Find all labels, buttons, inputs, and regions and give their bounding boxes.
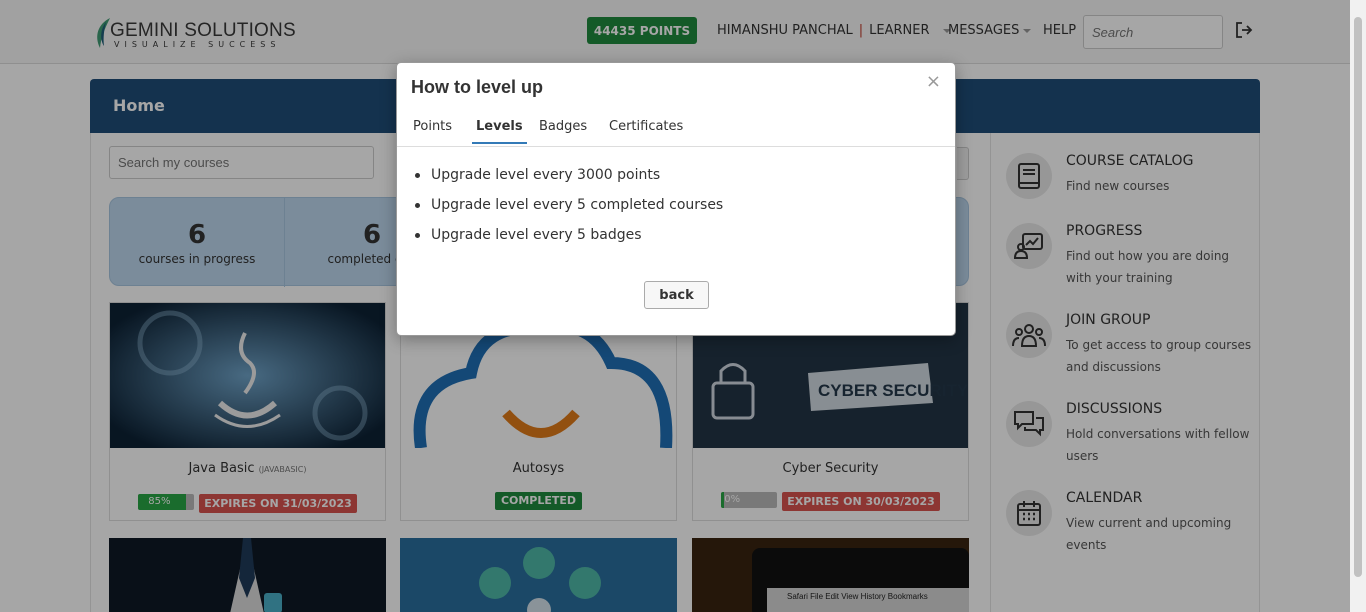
list-item: Upgrade level every 3000 points bbox=[413, 167, 723, 197]
list-item: Upgrade level every 5 badges bbox=[413, 227, 723, 257]
level-up-modal: How to level up × Points Levels Badges C… bbox=[396, 62, 956, 336]
page-scrollbar[interactable] bbox=[1350, 0, 1366, 612]
close-icon[interactable]: × bbox=[926, 71, 941, 92]
modal-title: How to level up bbox=[411, 77, 544, 97]
back-button[interactable]: back bbox=[644, 281, 709, 309]
tab-badges[interactable]: Badges bbox=[539, 119, 587, 142]
scrollbar-thumb[interactable] bbox=[1354, 17, 1362, 577]
tab-certificates[interactable]: Certificates bbox=[609, 119, 683, 142]
tab-levels[interactable]: Levels bbox=[472, 119, 527, 144]
tab-points[interactable]: Points bbox=[413, 119, 452, 142]
level-rules-list: Upgrade level every 3000 points Upgrade … bbox=[413, 167, 723, 257]
modal-tabs: Points Levels Badges Certificates bbox=[397, 113, 955, 147]
list-item: Upgrade level every 5 completed courses bbox=[413, 197, 723, 227]
